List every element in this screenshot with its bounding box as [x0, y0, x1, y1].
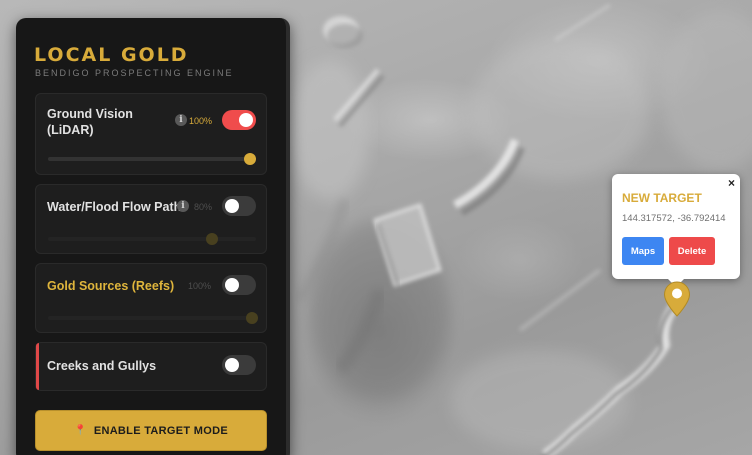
layer-label: Gold Sources (Reefs) [47, 279, 175, 293]
popup-title: NEW TARGET [622, 191, 702, 205]
layers-panel: LOCAL GOLD BENDIGO PROSPECTING ENGINE Gr… [16, 18, 290, 455]
opacity-value: 80% [194, 202, 213, 212]
enable-target-mode-button[interactable]: 📍 ENABLE TARGET MODE [35, 410, 267, 451]
layer-card-gold-sources: Gold Sources (Reefs) 100% [35, 263, 267, 333]
pushpin-icon: 📍 [74, 425, 87, 436]
app-subtitle: BENDIGO PROSPECTING ENGINE [35, 68, 234, 78]
maps-button[interactable]: Maps [622, 237, 664, 265]
opacity-slider[interactable] [48, 312, 258, 324]
layer-toggle[interactable] [222, 275, 256, 295]
active-accent-bar [36, 343, 39, 390]
app-title: LOCAL GOLD [34, 44, 189, 66]
opacity-slider[interactable] [48, 233, 256, 245]
slider-thumb[interactable] [246, 312, 258, 324]
layer-card-creeks: Creeks and Gullys [35, 342, 267, 391]
layer-label: Creeks and Gullys [47, 359, 157, 373]
delete-button[interactable]: Delete [669, 237, 715, 265]
opacity-slider[interactable] [48, 153, 256, 165]
layer-card-ground-vision: Ground Vision (LiDAR) i 100% [35, 93, 267, 175]
slider-thumb[interactable] [244, 153, 256, 165]
slider-thumb[interactable] [206, 233, 218, 245]
toggle-knob [239, 113, 253, 127]
layer-card-water-flood: Water/Flood Flow Path i 80% [35, 184, 267, 254]
layer-toggle[interactable] [222, 355, 256, 375]
toggle-knob [225, 278, 239, 292]
map-pin-icon[interactable] [663, 281, 691, 322]
opacity-value: 100% [189, 116, 213, 126]
popup-coordinates: 144.317572, -36.792414 [622, 213, 726, 224]
target-popup: × NEW TARGET 144.317572, -36.792414 Maps… [612, 174, 740, 287]
info-icon[interactable]: i [177, 200, 189, 212]
toggle-knob [225, 199, 239, 213]
layer-label: Water/Flood Flow Path [47, 200, 182, 214]
info-icon[interactable]: i [175, 114, 187, 126]
toggle-knob [225, 358, 239, 372]
layer-toggle[interactable] [222, 110, 256, 130]
layer-label: Ground Vision (LiDAR) [47, 107, 133, 137]
button-label: ENABLE TARGET MODE [93, 424, 228, 437]
layer-toggle[interactable] [222, 196, 256, 216]
close-icon[interactable]: × [728, 176, 735, 190]
opacity-value: 100% [188, 281, 212, 291]
